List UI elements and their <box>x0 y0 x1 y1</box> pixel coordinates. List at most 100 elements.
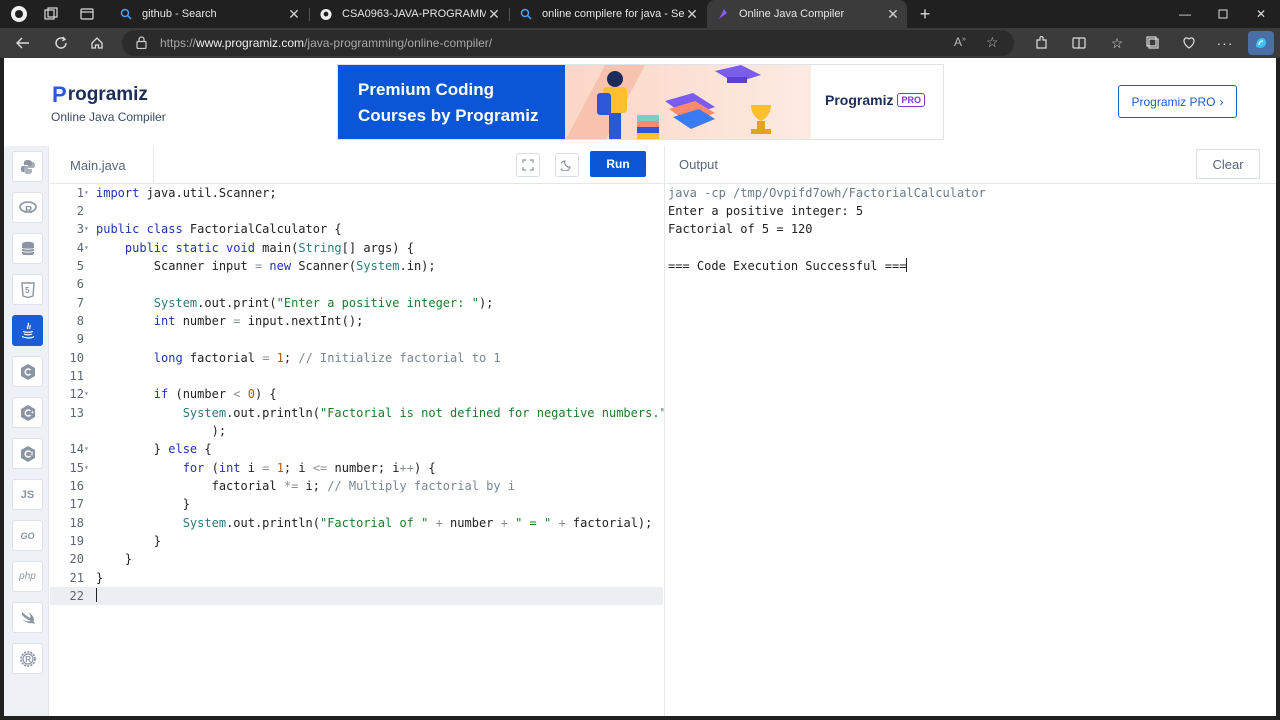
svg-text:+: + <box>31 410 34 416</box>
code-line: 11 <box>69 369 84 383</box>
html-icon[interactable]: 5 <box>12 274 43 305</box>
code-line: 21} <box>69 571 104 585</box>
code-editor[interactable]: 1 ▾ import java.util.Scanner; 2 3 ▾ public c… <box>50 184 667 716</box>
favorites-icon[interactable]: ☆ <box>1106 33 1128 53</box>
browser-tab-github-search[interactable]: github - Search ✕ <box>110 0 308 28</box>
site-header: Programiz Online Java Compiler Premium C… <box>4 58 1276 146</box>
browser-essentials-icon[interactable] <box>1178 33 1200 53</box>
banner-programiz-pro-logo: Programiz PRO <box>825 92 925 108</box>
cpp-language-icon[interactable]: + <box>12 397 43 428</box>
browser-tab-bing-search[interactable]: online compilere for java - Search ✕ <box>510 0 706 28</box>
output-console[interactable]: java -cp /tmp/Ovpifd7owh/FactorialCalcul… <box>664 184 1276 716</box>
language-sidebar: R 5 + # JS GO php R <box>4 146 49 716</box>
search-icon <box>520 8 532 20</box>
sql-database-icon[interactable] <box>12 233 43 264</box>
code-line: 9 <box>76 332 84 346</box>
fullscreen-icon[interactable] <box>516 153 540 177</box>
maximize-icon[interactable] <box>1204 0 1242 28</box>
dark-mode-moon-icon[interactable] <box>555 153 579 177</box>
java-icon[interactable] <box>12 315 43 346</box>
tab-title: Online Java Compiler <box>739 8 845 20</box>
file-tab-main-java[interactable]: Main.java <box>50 146 154 184</box>
chevron-right-icon: › <box>1219 94 1224 109</box>
lock-icon[interactable] <box>136 36 147 54</box>
code-line: 15 ▾ for (int i = 1; i <= number; i++) { <box>69 461 436 475</box>
split-screen-icon[interactable] <box>1068 33 1090 53</box>
browser-tab-bar: github - Search ✕ CSA0963-JAVA-PROGRAMMI… <box>0 0 1280 28</box>
workspaces-icon[interactable] <box>40 4 62 24</box>
php-language-icon[interactable]: php <box>12 561 43 592</box>
code-line: 7 System.out.print("Enter a positive int… <box>76 296 494 310</box>
read-aloud-icon[interactable]: A» <box>954 35 966 49</box>
banner-illustration <box>565 65 811 139</box>
output-line-status: === Code Execution Successful === <box>668 258 908 273</box>
code-line: 20 } <box>69 552 133 566</box>
close-icon[interactable]: ✕ <box>684 6 700 23</box>
code-line: 6 <box>76 277 84 291</box>
close-icon[interactable]: ✕ <box>486 6 502 23</box>
code-line: 19 } <box>69 534 162 548</box>
swift-icon[interactable] <box>12 602 43 633</box>
extensions-icon[interactable] <box>1030 33 1052 53</box>
refresh-icon[interactable] <box>50 33 72 53</box>
address-bar[interactable]: https://www.programiz.com/java-programmi… <box>122 30 1014 56</box>
code-line-current: 22 <box>50 587 663 605</box>
svg-text:R: R <box>25 655 31 664</box>
minimize-icon[interactable]: — <box>1166 0 1204 28</box>
tab-actions-icon[interactable] <box>76 4 98 24</box>
page-content: Programiz Online Java Compiler Premium C… <box>4 58 1276 716</box>
code-line: 18 System.out.println("Factorial of " + … <box>69 516 653 530</box>
more-menu-icon[interactable]: ··· <box>1214 33 1236 53</box>
premium-courses-banner[interactable]: Premium Coding Courses by Programiz Prog… <box>337 64 944 140</box>
go-language-icon[interactable]: GO <box>12 520 43 551</box>
output-line: java -cp /tmp/Ovpifd7owh/FactorialCalcul… <box>668 186 986 200</box>
c-language-icon[interactable] <box>12 356 43 387</box>
svg-text:#: # <box>30 451 33 457</box>
programiz-pro-button[interactable]: Programiz PRO › <box>1118 85 1237 118</box>
home-icon[interactable] <box>86 33 108 53</box>
back-icon[interactable] <box>12 33 34 53</box>
code-line: 8 int number = input.nextInt(); <box>76 314 364 328</box>
csharp-language-icon[interactable]: # <box>12 438 43 469</box>
code-line: ); <box>96 424 227 438</box>
favorite-star-icon[interactable]: ☆ <box>986 34 999 51</box>
text-cursor <box>96 588 97 602</box>
browser-tab-github-repo[interactable]: CSA0963-JAVA-PROGRAMMING ✕ <box>310 0 508 28</box>
browser-nav-bar: https://www.programiz.com/java-programmi… <box>0 28 1280 58</box>
browser-tab-online-java-compiler[interactable]: Online Java Compiler ✕ <box>707 0 907 28</box>
javascript-icon[interactable]: JS <box>12 479 43 510</box>
code-line: 1 ▾ import java.util.Scanner; <box>76 186 277 200</box>
collections-icon[interactable] <box>1142 33 1164 53</box>
copilot-icon[interactable] <box>1248 31 1274 55</box>
code-line: 13 System.out.println("Factorial is not … <box>69 406 667 420</box>
banner-headline-1: Premium Coding <box>358 80 495 99</box>
banner-headline-2: Courses by Programiz <box>358 106 539 125</box>
tab-title: CSA0963-JAVA-PROGRAMMING <box>342 8 486 20</box>
code-line: 17 } <box>69 497 190 511</box>
code-line: 4 ▾ public static void main(String[] args… <box>76 241 414 255</box>
url-text: https://www.programiz.com/java-programmi… <box>160 36 493 50</box>
text-cursor <box>906 258 908 272</box>
run-button[interactable]: Run <box>590 151 646 177</box>
output-line: Enter a positive integer: 5 <box>668 204 864 218</box>
output-title: Output <box>679 157 719 172</box>
code-line: 12 ▾ if (number < 0) { <box>69 387 277 401</box>
programiz-logo[interactable]: Programiz <box>52 82 148 108</box>
editor-toolbar: Main.java Run <box>50 146 663 184</box>
window-close-icon[interactable]: ✕ <box>1242 0 1280 28</box>
close-icon[interactable]: ✕ <box>286 6 302 23</box>
browser-profile-icon[interactable] <box>8 4 30 24</box>
r-language-icon[interactable]: R <box>12 192 43 223</box>
code-line: 2 <box>76 204 84 218</box>
close-icon[interactable]: ✕ <box>885 6 901 23</box>
code-line: 14 ▾ } else { <box>69 442 212 456</box>
svg-text:R: R <box>25 205 33 215</box>
clear-button[interactable]: Clear <box>1196 149 1260 179</box>
rust-icon[interactable]: R <box>12 643 43 674</box>
code-line: 16 factorial *= i; // Multiply factorial… <box>69 479 516 493</box>
code-line: 5 Scanner input = new Scanner(System.in)… <box>76 259 436 273</box>
output-toolbar: Output Clear <box>664 146 1276 184</box>
tab-title: github - Search <box>142 8 217 20</box>
new-tab-icon[interactable]: + <box>914 4 936 24</box>
python-icon[interactable] <box>12 151 43 182</box>
